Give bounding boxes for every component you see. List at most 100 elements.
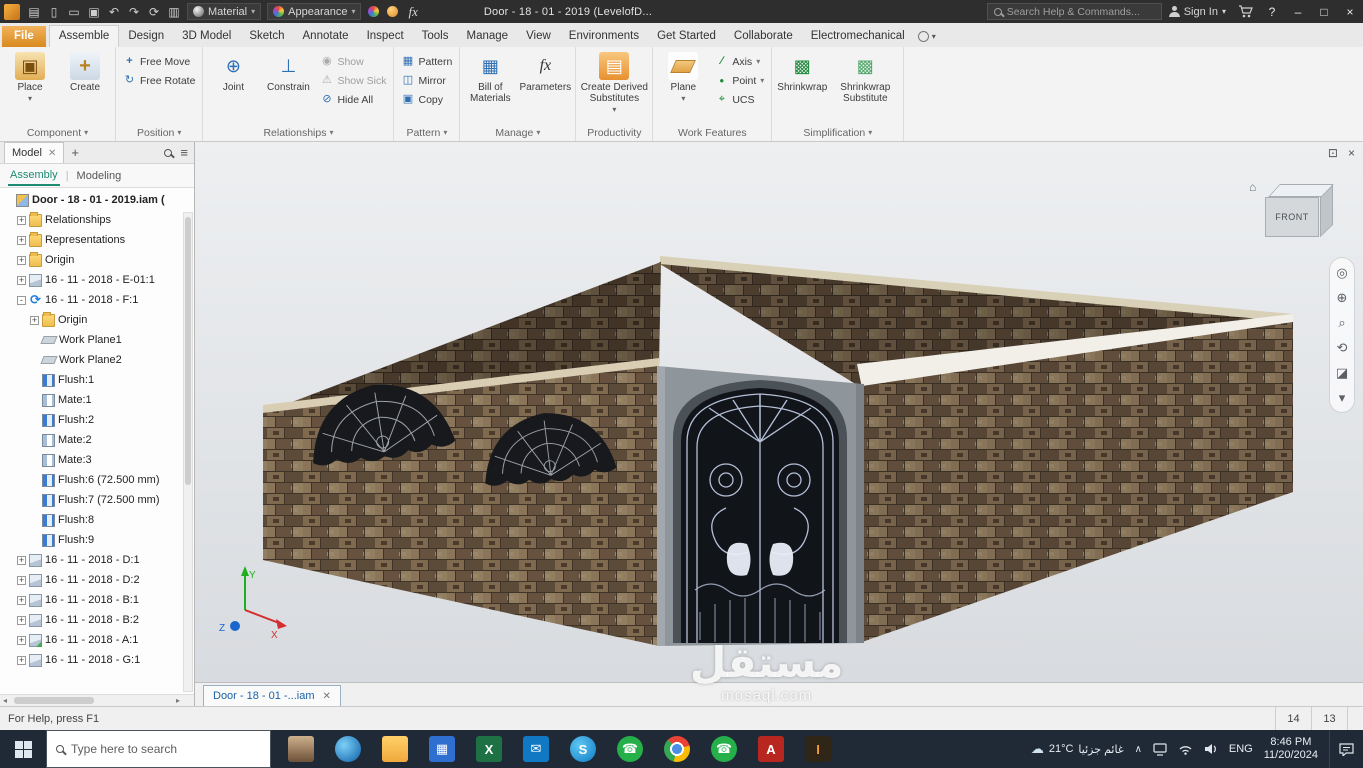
ribbon-tab[interactable]: 3D Model [173, 26, 240, 47]
maximize-button[interactable]: □ [1311, 0, 1337, 23]
ribbon-tab[interactable]: Inspect [358, 26, 413, 47]
acrobat-icon[interactable]: A [758, 736, 784, 762]
parameters-fx-icon[interactable]: fx [402, 4, 423, 20]
constrain-button[interactable]: Constrain [262, 49, 314, 124]
sign-in-button[interactable]: Sign In ▾ [1162, 6, 1233, 18]
tree-item[interactable]: Flush:2 [0, 410, 194, 430]
tree-item[interactable]: + 16 - 11 - 2018 - D:1 [0, 550, 194, 570]
navigation-wheel-icon[interactable]: ◎ [1336, 266, 1347, 279]
tree-item[interactable]: + Origin [0, 250, 194, 270]
show-sick-button[interactable]: Show Sick [317, 73, 389, 88]
weather-widget[interactable]: ☁ 21°C غائم جزئيا [1031, 741, 1124, 757]
tree-expander[interactable]: + [17, 555, 26, 565]
mirror-button[interactable]: Mirror [398, 73, 455, 88]
tree-expander[interactable]: + [17, 655, 26, 665]
minimize-button[interactable]: – [1285, 0, 1311, 23]
open-icon[interactable]: ▭ [64, 5, 84, 19]
plane-button[interactable]: Plane ▾ [657, 49, 709, 124]
panel-label-component[interactable]: Component ▾ [4, 124, 111, 141]
shrinkwrap-substitute-button[interactable]: Shrinkwrap Substitute [831, 49, 899, 124]
appearance-swatch-icon[interactable] [368, 6, 380, 17]
tree-expander[interactable] [4, 196, 13, 205]
action-center-button[interactable] [1329, 730, 1363, 768]
tree-item[interactable]: Flush:6 (72.500 mm) [0, 470, 194, 490]
tree-item[interactable]: Mate:3 [0, 450, 194, 470]
shrinkwrap-button[interactable]: Shrinkwrap [776, 49, 828, 124]
place-button[interactable]: Place ▾ [4, 49, 56, 124]
tree-expander[interactable]: + [17, 635, 26, 645]
tree-item[interactable]: Flush:9 [0, 530, 194, 550]
ribbon-tab[interactable]: Collaborate [725, 26, 802, 47]
tree-horizontal-scrollbar[interactable]: ◂ ▸ [0, 694, 194, 706]
edge-browser-icon[interactable] [335, 736, 361, 762]
tree-item[interactable]: + 16 - 11 - 2018 - G:1 [0, 650, 194, 670]
whatsapp-icon-2[interactable]: ☎ [711, 736, 737, 762]
ornate-door[interactable] [681, 388, 839, 643]
add-browser-tab-button[interactable]: + [68, 145, 82, 160]
ribbon-tab[interactable]: Get Started [648, 26, 725, 47]
view-cube[interactable]: ⌂ FRONT [1249, 180, 1337, 246]
document-tab[interactable]: Door - 18 - 01 -...iam ✕ [203, 685, 341, 706]
hide-all-button[interactable]: Hide All [317, 92, 389, 107]
panel-label-simplification[interactable]: Simplification ▾ [776, 124, 899, 141]
wifi-icon[interactable] [1178, 743, 1193, 755]
tree-item[interactable]: Mate:1 [0, 390, 194, 410]
select-filter-icon[interactable]: ▥ [164, 5, 184, 19]
help-icon[interactable]: ? [1259, 0, 1285, 23]
tree-item[interactable]: Work Plane1 [0, 330, 194, 350]
tree-item[interactable]: Work Plane2 [0, 350, 194, 370]
whatsapp-icon[interactable]: ☎ [617, 736, 643, 762]
search-icon[interactable] [164, 148, 173, 157]
store-cart-icon[interactable] [1233, 0, 1259, 23]
ribbon-tab[interactable]: Assemble [48, 25, 120, 47]
tree-item[interactable]: + 16 - 11 - 2018 - B:2 [0, 610, 194, 630]
panel-label-position[interactable]: Position ▾ [120, 124, 198, 141]
language-indicator[interactable]: ENG [1229, 743, 1253, 755]
volume-icon[interactable] [1204, 743, 1218, 755]
save-icon[interactable]: ▣ [84, 5, 104, 19]
show-button[interactable]: Show [317, 54, 389, 69]
inventor-logo[interactable] [4, 3, 20, 20]
panel-label-pattern[interactable]: Pattern ▾ [398, 124, 455, 141]
tree-item[interactable]: - 16 - 11 - 2018 - F:1 [0, 290, 194, 310]
graphics-window[interactable]: Y X Z ⊡ × ⌂ FRONT ◎ ⊕ ⌕ ⟲ ◪ ▾ مستقل mosa… [195, 142, 1363, 704]
tree-item[interactable]: + 16 - 11 - 2018 - D:2 [0, 570, 194, 590]
ribbon-tab[interactable]: Tools [413, 26, 458, 47]
update-icon[interactable]: ⟳ [144, 5, 164, 19]
close-icon[interactable]: ✕ [48, 148, 56, 159]
tree-expander[interactable]: + [17, 575, 26, 585]
hidden-icons-button[interactable]: ∧ [1135, 744, 1142, 755]
tree-item[interactable]: + Representations [0, 230, 194, 250]
excel-icon[interactable]: X [476, 736, 502, 762]
tree-expander[interactable] [30, 476, 39, 485]
tree-item[interactable]: + 16 - 11 - 2018 - A:1 [0, 630, 194, 650]
start-button[interactable] [0, 730, 46, 768]
tree-expander[interactable]: + [30, 315, 39, 325]
bill-of-materials-button[interactable]: Bill of Materials [464, 49, 516, 124]
ribbon-tab[interactable]: View [517, 26, 560, 47]
tree-expander[interactable] [30, 536, 39, 545]
home-icon[interactable]: ⌂ [1249, 180, 1256, 194]
tree-expander[interactable] [30, 336, 39, 345]
ucs-button[interactable]: UCS [712, 92, 767, 107]
panel-label-manage[interactable]: Manage ▾ [464, 124, 571, 141]
tree-item[interactable]: Flush:7 (72.500 mm) [0, 490, 194, 510]
orbit-icon[interactable]: ⟲ [1337, 341, 1348, 354]
free-rotate-button[interactable]: Free Rotate [120, 73, 198, 88]
tree-expander[interactable]: + [17, 255, 26, 265]
create-button[interactable]: Create [59, 49, 111, 124]
help-search-box[interactable] [986, 3, 1162, 20]
axis-button[interactable]: Axis▾ [712, 54, 767, 69]
chrome-icon[interactable] [664, 736, 690, 762]
tree-item[interactable]: Mate:2 [0, 430, 194, 450]
help-search-input[interactable] [1006, 5, 1155, 18]
tab-assembly[interactable]: Assembly [8, 166, 60, 186]
tree-item[interactable]: + Origin [0, 310, 194, 330]
tree-vertical-scrollbar[interactable] [183, 212, 193, 692]
mail-icon[interactable]: ✉ [523, 736, 549, 762]
appearance-dropdown[interactable]: Appearance ▾ [267, 3, 362, 20]
close-document-icon[interactable]: × [1348, 146, 1355, 160]
tree-expander[interactable]: + [17, 275, 26, 285]
tree-item[interactable]: + 16 - 11 - 2018 - B:1 [0, 590, 194, 610]
ribbon-tab[interactable]: Design [119, 26, 173, 47]
